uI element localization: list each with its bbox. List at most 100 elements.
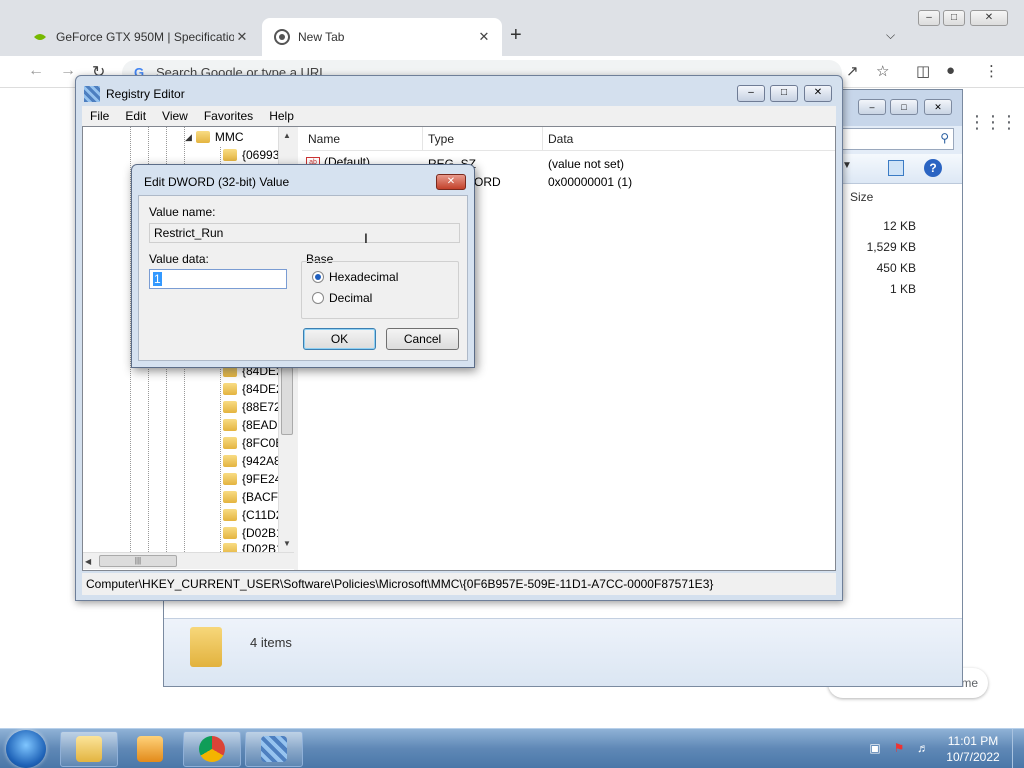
taskbar-explorer[interactable] xyxy=(60,731,118,767)
scroll-left-icon[interactable]: ◀ xyxy=(85,553,91,570)
clock[interactable]: 11:01 PM 10/7/2022 xyxy=(938,733,1008,765)
ok-button[interactable]: OK xyxy=(303,328,376,350)
tree-node[interactable]: {8FC0B xyxy=(223,434,283,452)
tree-node[interactable]: {84DE2 xyxy=(223,380,283,398)
clock-date: 10/7/2022 xyxy=(946,750,1000,764)
chrome-icon xyxy=(274,29,290,45)
regedit-icon xyxy=(261,736,287,762)
scroll-thumb[interactable] xyxy=(281,367,293,435)
menu-file[interactable]: File xyxy=(82,109,117,123)
new-tab-button[interactable]: + xyxy=(510,24,522,47)
search-icon: ⚲ xyxy=(940,131,949,145)
tab-search-chevron-icon[interactable]: ⌵ xyxy=(886,28,895,43)
folder-icon xyxy=(223,401,237,413)
share-icon[interactable]: ↗ xyxy=(846,62,859,80)
column-type[interactable]: Type xyxy=(428,132,454,146)
radio-hexadecimal[interactable]: Hexadecimal xyxy=(312,270,398,284)
tree-node[interactable]: {C11D2 xyxy=(223,506,282,524)
value-name-field[interactable]: Restrict_Run xyxy=(149,223,460,243)
customize-label: me xyxy=(961,676,978,690)
tree-node-label: {D02B1 xyxy=(242,526,283,540)
menu-view[interactable]: View xyxy=(154,109,196,123)
tab-geforce[interactable]: GeForce GTX 950M | Specificatio ✕ xyxy=(20,18,260,56)
value-data-input[interactable]: 1 xyxy=(149,269,287,289)
column-divider[interactable] xyxy=(422,127,423,151)
google-apps-icon[interactable]: ⋮⋮⋮ xyxy=(968,112,1018,133)
tab-close-icon[interactable]: ✕ xyxy=(476,29,492,45)
explorer-close-icon[interactable]: ✕ xyxy=(924,99,952,115)
value-data: 0x00000001 (1) xyxy=(548,175,633,189)
tree-node[interactable]: {BACF5 xyxy=(223,488,285,506)
size-column-header[interactable]: Size xyxy=(850,190,873,204)
column-divider[interactable] xyxy=(542,127,543,151)
dialog-body: Value name: Restrict_Run Value data: 1 B… xyxy=(138,195,468,361)
radio-label: Hexadecimal xyxy=(329,270,399,284)
folder-icon xyxy=(223,383,237,395)
tree-node[interactable]: {942A8 xyxy=(223,452,281,470)
dialog-close-icon[interactable]: ✕ xyxy=(436,174,466,190)
base-groupbox: Hexadecimal Decimal xyxy=(301,261,459,319)
new-tab-decoration xyxy=(760,716,790,728)
explorer-minimize-icon[interactable]: – xyxy=(858,99,886,115)
item-count: 4 items xyxy=(250,635,292,650)
scroll-down-icon[interactable]: ▼ xyxy=(279,535,294,552)
help-icon[interactable]: ? xyxy=(924,159,942,177)
tree-node-mmc[interactable]: ◢ MMC xyxy=(185,128,244,146)
tree-node[interactable]: {8EAD3 xyxy=(223,416,284,434)
clock-time: 11:01 PM xyxy=(947,734,999,748)
taskbar-chrome[interactable] xyxy=(183,731,241,767)
folder-icon xyxy=(190,627,222,667)
menu-bar: File Edit View Favorites Help xyxy=(82,106,836,126)
column-name[interactable]: Name xyxy=(308,132,340,146)
menu-help[interactable]: Help xyxy=(261,109,302,123)
value-type: ORD xyxy=(474,175,501,189)
folder-icon xyxy=(223,419,237,431)
forward-icon[interactable]: → xyxy=(60,62,76,80)
expand-arrow-icon[interactable]: ◢ xyxy=(185,132,192,143)
explorer-maximize-icon[interactable]: □ xyxy=(890,99,918,115)
action-center-icon[interactable]: ⚑ xyxy=(892,741,906,755)
minimize-icon[interactable]: – xyxy=(918,10,940,26)
show-desktop-button[interactable] xyxy=(1012,729,1024,768)
value-data: (value not set) xyxy=(548,157,625,171)
folder-icon xyxy=(76,736,102,762)
folder-icon xyxy=(223,527,237,539)
scroll-thumb[interactable]: ||| xyxy=(99,555,177,567)
scroll-up-icon[interactable]: ▲ xyxy=(279,127,294,144)
tab-strip: GeForce GTX 950M | Specificatio ✕ New Ta… xyxy=(0,0,1024,56)
tree-horizontal-scrollbar[interactable]: ◀ ||| xyxy=(83,552,294,570)
chrome-menu-icon[interactable]: ⋮ xyxy=(984,62,999,80)
value-data-text: 1 xyxy=(153,272,162,286)
radio-decimal[interactable]: Decimal xyxy=(312,291,372,305)
bookmark-star-icon[interactable]: ☆ xyxy=(876,62,889,80)
folder-icon xyxy=(223,437,237,449)
preview-pane-icon[interactable] xyxy=(888,160,904,176)
cancel-button[interactable]: Cancel xyxy=(386,328,459,350)
minimize-icon[interactable]: – xyxy=(737,85,765,102)
back-icon[interactable]: ← xyxy=(28,62,44,80)
menu-favorites[interactable]: Favorites xyxy=(196,109,261,123)
radio-selected-icon[interactable] xyxy=(312,271,324,283)
value-name-label: Value name: xyxy=(149,205,216,219)
regedit-app-icon xyxy=(84,86,100,102)
start-button[interactable] xyxy=(6,730,46,768)
tab-new-tab[interactable]: New Tab ✕ xyxy=(262,18,502,56)
volume-icon[interactable]: ♬ xyxy=(916,741,930,755)
close-window-icon[interactable]: ✕ xyxy=(970,10,1008,26)
radio-unselected-icon[interactable] xyxy=(312,292,324,304)
tab-close-icon[interactable]: ✕ xyxy=(234,29,250,45)
network-icon[interactable]: ▣ xyxy=(868,741,882,755)
profile-avatar-icon[interactable]: ● xyxy=(946,62,955,79)
column-data[interactable]: Data xyxy=(548,132,573,146)
explorer-search-input[interactable]: ⚲ xyxy=(834,128,954,150)
restore-icon[interactable]: □ xyxy=(943,10,965,26)
taskbar-regedit[interactable] xyxy=(245,731,303,767)
view-dropdown-icon[interactable]: ▼ xyxy=(842,160,852,171)
taskbar-media-player[interactable] xyxy=(121,731,179,767)
restore-icon[interactable]: □ xyxy=(770,85,798,102)
close-icon[interactable]: ✕ xyxy=(804,85,832,102)
side-panel-icon[interactable]: ◫ xyxy=(916,62,930,80)
nvidia-icon xyxy=(32,29,48,45)
menu-edit[interactable]: Edit xyxy=(117,109,154,123)
chrome-icon xyxy=(199,736,225,762)
